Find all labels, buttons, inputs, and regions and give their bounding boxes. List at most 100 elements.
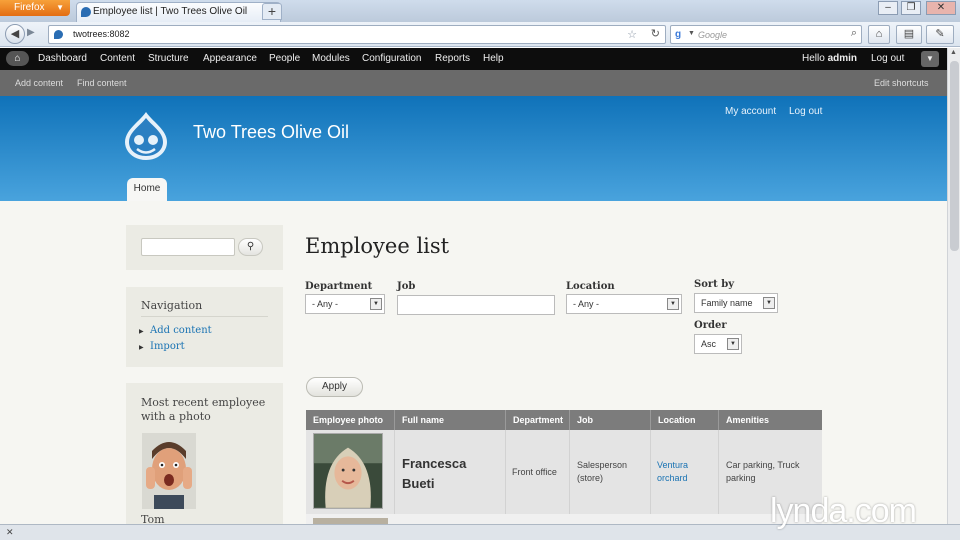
recent-employee-photo[interactable] (142, 433, 196, 509)
toolbar-username[interactable]: admin (828, 53, 857, 64)
employee-job-line2: (store) (577, 473, 604, 483)
admin-toolbar: ⌂ Dashboard Content Structure Appearance… (0, 48, 960, 70)
column-header-employee-photo[interactable]: Employee photo (306, 410, 394, 430)
toolbar-item-structure[interactable]: Structure (148, 53, 189, 64)
department-filter-label: Department (305, 281, 373, 292)
bookmark-star-icon[interactable]: ☆ (627, 28, 637, 41)
employee-photo[interactable] (313, 433, 383, 509)
new-tab-button[interactable]: + (262, 3, 282, 20)
search-input[interactable] (141, 238, 235, 256)
table-row: Francesca Bueti Front office Salesperson… (306, 430, 822, 514)
edit-shortcuts-link[interactable]: Edit shortcuts (874, 78, 929, 88)
employee-location-line2: orchard (657, 473, 688, 483)
employee-location-link[interactable]: Ventura orchard (657, 459, 688, 485)
order-select[interactable]: Asc ▼ (694, 334, 742, 354)
job-input[interactable] (397, 295, 555, 315)
employee-table-header: Employee photo Full name Department Job … (306, 410, 822, 430)
browser-tab-active[interactable]: Employee list | Two Trees Olive Oil × (76, 2, 281, 22)
site-identity-icon (54, 30, 63, 39)
navigation-title: Navigation (141, 299, 203, 312)
drupal-logo[interactable] (125, 112, 167, 160)
minimize-window-icon[interactable]: – (878, 1, 898, 15)
toolbar-item-reports[interactable]: Reports (435, 53, 470, 64)
browser-nav-bar: ◀ ▶ twotrees:8082 ☆ ↻ g ▼ Google ⌕ ⌂ ▤ ✎ (0, 22, 960, 47)
job-filter-label: Job (397, 281, 416, 292)
bookmarks-menu-icon[interactable]: ▤ (896, 25, 922, 44)
column-header-job[interactable]: Job (569, 410, 650, 430)
back-arrow-icon[interactable]: ◀ (5, 24, 25, 44)
column-divider (650, 430, 651, 514)
toolbar-item-help[interactable]: Help (483, 53, 504, 64)
search-icon[interactable]: ⌕ (851, 27, 857, 40)
employee-amenities: Car parking, Truck parking (726, 459, 800, 485)
search-bar[interactable]: g ▼ Google ⌕ (670, 25, 862, 44)
reload-icon[interactable]: ↻ (651, 27, 660, 40)
extensions-icon[interactable]: ✎ (926, 25, 954, 44)
address-text: twotrees:8082 (73, 29, 130, 39)
shortcut-add-content[interactable]: Add content (15, 78, 63, 88)
department-select[interactable]: - Any - ▼ (305, 294, 385, 314)
column-header-full-name[interactable]: Full name (394, 410, 505, 430)
employee-job: Salesperson (store) (577, 459, 627, 485)
column-divider (718, 430, 719, 514)
employee-job-line1: Salesperson (577, 460, 628, 470)
recent-employee-title-line2: with a photo (141, 410, 211, 423)
sort-by-select-value: Family name (701, 298, 753, 308)
tab-home[interactable]: Home (127, 178, 167, 201)
recent-employee-title-line1: Most recent employee (141, 396, 266, 409)
employee-amenities-line1: Car parking, Truck (726, 460, 800, 470)
toolbar-item-appearance[interactable]: Appearance (203, 53, 257, 64)
drupal-favicon-icon (81, 7, 91, 17)
google-icon[interactable]: g (675, 29, 687, 41)
column-header-department[interactable]: Department (505, 410, 569, 430)
search-block: ⚲ (126, 225, 283, 270)
toolbar-drawer-toggle[interactable]: ▼ (921, 51, 939, 67)
hello-prefix: Hello (802, 53, 825, 64)
forward-arrow-icon[interactable]: ▶ (27, 27, 41, 41)
toolbar-item-content[interactable]: Content (100, 53, 135, 64)
order-select-value: Asc (701, 339, 717, 349)
home-icon[interactable]: ⌂ (868, 25, 890, 44)
nav-link-import[interactable]: Import (150, 341, 185, 352)
chevron-down-icon: ▼ (727, 338, 739, 350)
close-addon-bar-icon[interactable]: ✕ (6, 527, 14, 538)
shortcuts-bar: Add content Find content Edit shortcuts (0, 70, 947, 96)
employee-full-name[interactable]: Francesca Bueti (402, 454, 466, 494)
site-header: Two Trees Olive Oil My account Log out H… (0, 96, 947, 201)
location-filter-label: Location (566, 281, 615, 292)
toolbar-home-icon[interactable]: ⌂ (6, 51, 29, 66)
toolbar-item-configuration[interactable]: Configuration (362, 53, 421, 64)
location-select[interactable]: - Any - ▼ (566, 294, 682, 314)
search-submit-icon[interactable]: ⚲ (238, 238, 263, 256)
sort-by-select[interactable]: Family name ▼ (694, 293, 778, 313)
chevron-down-icon: ▼ (56, 3, 64, 12)
toolbar-logout-link[interactable]: Log out (871, 53, 904, 64)
watermark: lynda.com (770, 492, 917, 530)
toolbar-item-people[interactable]: People (269, 53, 300, 64)
close-window-icon[interactable]: ✕ (926, 1, 956, 15)
chevron-down-icon[interactable]: ▼ (688, 30, 695, 37)
bullet-icon: ▶ (139, 329, 144, 335)
recent-employee-block: Most recent employee with a photo Tom (126, 383, 283, 526)
my-account-link[interactable]: My account (725, 106, 776, 117)
toolbar-hello: Hello admin (802, 53, 857, 64)
shortcut-find-content[interactable]: Find content (77, 78, 127, 88)
address-bar[interactable]: twotrees:8082 ☆ ↻ (48, 25, 666, 44)
order-label: Order (694, 320, 727, 331)
header-logout-link[interactable]: Log out (789, 106, 822, 117)
site-name[interactable]: Two Trees Olive Oil (193, 122, 349, 143)
toolbar-item-modules[interactable]: Modules (312, 53, 350, 64)
restore-window-icon[interactable]: ❐ (901, 1, 921, 15)
scrollbar-thumb[interactable] (950, 61, 959, 251)
toolbar-item-dashboard[interactable]: Dashboard (38, 53, 87, 64)
apply-button[interactable]: Apply (306, 377, 363, 397)
nav-link-add-content[interactable]: Add content (150, 325, 212, 336)
chevron-down-icon: ▼ (763, 297, 775, 309)
firefox-menu-button[interactable]: Firefox ▼ (0, 0, 70, 16)
employee-last-name: Bueti (402, 476, 435, 491)
column-header-location[interactable]: Location (650, 410, 718, 430)
column-header-amenities[interactable]: Amenities (718, 410, 822, 430)
column-divider (505, 430, 506, 514)
page-scrollbar[interactable]: ▲ (947, 48, 960, 524)
scroll-up-icon[interactable]: ▲ (950, 49, 957, 56)
